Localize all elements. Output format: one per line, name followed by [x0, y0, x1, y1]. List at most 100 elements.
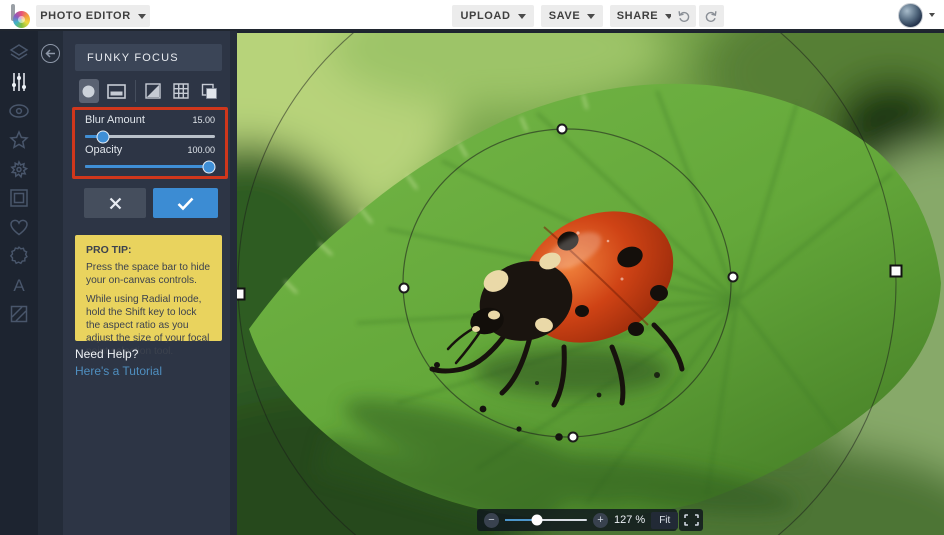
rail-item-overlays[interactable]	[6, 246, 32, 266]
cancel-button[interactable]	[84, 188, 146, 218]
frame-icon	[10, 189, 28, 207]
focus-handle-inner-top[interactable]	[556, 123, 568, 135]
pro-tip-heading: PRO TIP:	[86, 244, 132, 256]
minus-icon: −	[488, 513, 495, 526]
rail-item-adjust[interactable]	[6, 72, 32, 92]
opacity-value: 100.00	[187, 145, 215, 155]
focus-handle-inner-right[interactable]	[727, 271, 739, 283]
save-label: SAVE	[548, 10, 581, 22]
ladybug-photo	[237, 33, 944, 535]
share-button[interactable]: SHARE	[610, 5, 680, 27]
slider-fill	[85, 165, 215, 168]
rail-item-text[interactable]: A	[6, 275, 32, 295]
user-avatar[interactable]	[898, 3, 923, 28]
fit-button[interactable]: Fit	[651, 511, 679, 529]
rail-item-artsy[interactable]	[6, 130, 32, 150]
photo-editor-app: PHOTO EDITOR UPLOAD SAVE SHARE A FUNKY F…	[0, 0, 944, 535]
chevron-down-icon[interactable]	[929, 13, 935, 17]
share-label: SHARE	[616, 10, 659, 22]
mirror-mode-button[interactable]	[143, 79, 163, 103]
save-button[interactable]: SAVE	[541, 5, 603, 27]
help-section: Need Help? Here's a Tutorial	[75, 347, 162, 378]
opacity-row: Opacity 100.00	[85, 144, 216, 173]
panel-edge	[230, 31, 237, 535]
radial-mode-button[interactable]	[79, 79, 99, 103]
focus-handle-inner-left[interactable]	[398, 282, 410, 294]
radial-focus-icon	[82, 85, 95, 97]
focus-handle-inner-bottom[interactable]	[567, 431, 579, 443]
image-canvas[interactable]: − + 127 % Fit	[237, 33, 944, 535]
tutorial-link[interactable]: Here's a Tutorial	[75, 364, 162, 378]
chevron-down-icon	[587, 13, 596, 19]
focus-handle-outer-left[interactable]	[237, 287, 246, 301]
confirm-row	[84, 188, 218, 218]
upload-label: UPLOAD	[460, 10, 511, 22]
opacity-slider[interactable]	[85, 160, 216, 173]
panel-back-button[interactable]	[41, 44, 60, 63]
star-icon	[9, 130, 29, 149]
opacity-slider-handle[interactable]	[202, 160, 216, 173]
fullscreen-icon	[683, 514, 699, 526]
mode-separator	[134, 80, 136, 102]
chevron-down-icon	[137, 13, 146, 19]
undo-button[interactable]	[671, 5, 696, 27]
texture-icon	[10, 305, 28, 323]
rail-item-textures[interactable]	[6, 304, 32, 324]
zoom-out-button[interactable]: −	[484, 512, 499, 528]
focus-handle-outer-right[interactable]	[889, 264, 903, 278]
close-icon	[109, 197, 121, 209]
text-icon: A	[13, 276, 25, 295]
redo-icon	[705, 11, 717, 22]
zoom-bar: − + 127 % Fit	[477, 509, 679, 531]
flourish-icon	[10, 160, 29, 179]
checkmark-icon	[177, 197, 194, 210]
panel-title: FUNKY FOCUS	[87, 51, 179, 64]
mirror-focus-icon	[145, 83, 162, 99]
app-menu-label: PHOTO EDITOR	[40, 10, 131, 22]
zoom-in-button[interactable]: +	[593, 512, 608, 528]
rail-item-layers[interactable]	[6, 43, 32, 63]
logo-color-wheel	[13, 11, 30, 28]
blur-amount-slider[interactable]	[85, 130, 215, 143]
rail-item-frames[interactable]	[6, 188, 32, 208]
badge-icon	[9, 246, 28, 265]
blur-amount-slider-handle[interactable]	[96, 130, 110, 143]
panel-back-rail	[38, 31, 63, 535]
plus-icon: +	[597, 513, 604, 526]
zoom-slider[interactable]	[505, 514, 587, 526]
upload-button[interactable]: UPLOAD	[452, 5, 534, 27]
eye-icon	[9, 104, 29, 118]
stack-mode-button[interactable]	[199, 79, 219, 103]
highlighted-sliders-group: Blur Amount 15.00 Opacity 100.00	[72, 107, 228, 179]
fullscreen-button[interactable]	[679, 509, 703, 531]
redo-button[interactable]	[699, 5, 724, 27]
sliders-icon	[12, 73, 26, 91]
heart-icon	[10, 219, 28, 235]
topbar: PHOTO EDITOR UPLOAD SAVE SHARE	[0, 0, 944, 31]
tool-rail: A	[0, 31, 38, 535]
pro-tip-box: PRO TIP: Press the space bar to hide you…	[75, 235, 222, 357]
blur-amount-row: Blur Amount 15.00	[85, 114, 215, 143]
rail-item-effects[interactable]	[6, 101, 32, 121]
linear-focus-icon	[107, 83, 127, 99]
funky-focus-panel: FUNKY FOCUS Blur Amount 15.00 Opacity 10…	[63, 31, 230, 535]
need-help-text: Need Help?	[75, 347, 139, 361]
blur-amount-value: 15.00	[192, 115, 215, 125]
grid-mode-button[interactable]	[171, 79, 191, 103]
svg-text:A: A	[13, 276, 25, 295]
focus-mode-row	[79, 78, 219, 104]
zoom-level-readout: 127 %	[614, 514, 646, 526]
linear-mode-button[interactable]	[107, 79, 127, 103]
apply-button[interactable]	[153, 188, 218, 218]
zoom-slider-handle[interactable]	[531, 514, 543, 526]
layers-icon	[9, 44, 29, 60]
rail-item-touchup[interactable]	[6, 159, 32, 179]
pro-tip-line1: Press the space bar to hide your on-canv…	[86, 262, 211, 287]
panel-title-bar: FUNKY FOCUS	[75, 44, 222, 71]
opacity-label: Opacity	[85, 144, 123, 156]
befunky-logo-icon[interactable]	[10, 3, 34, 28]
rail-item-graphics[interactable]	[6, 217, 32, 237]
app-menu-button[interactable]: PHOTO EDITOR	[36, 5, 150, 27]
blur-amount-label: Blur Amount	[85, 114, 145, 126]
undo-icon	[678, 11, 690, 22]
